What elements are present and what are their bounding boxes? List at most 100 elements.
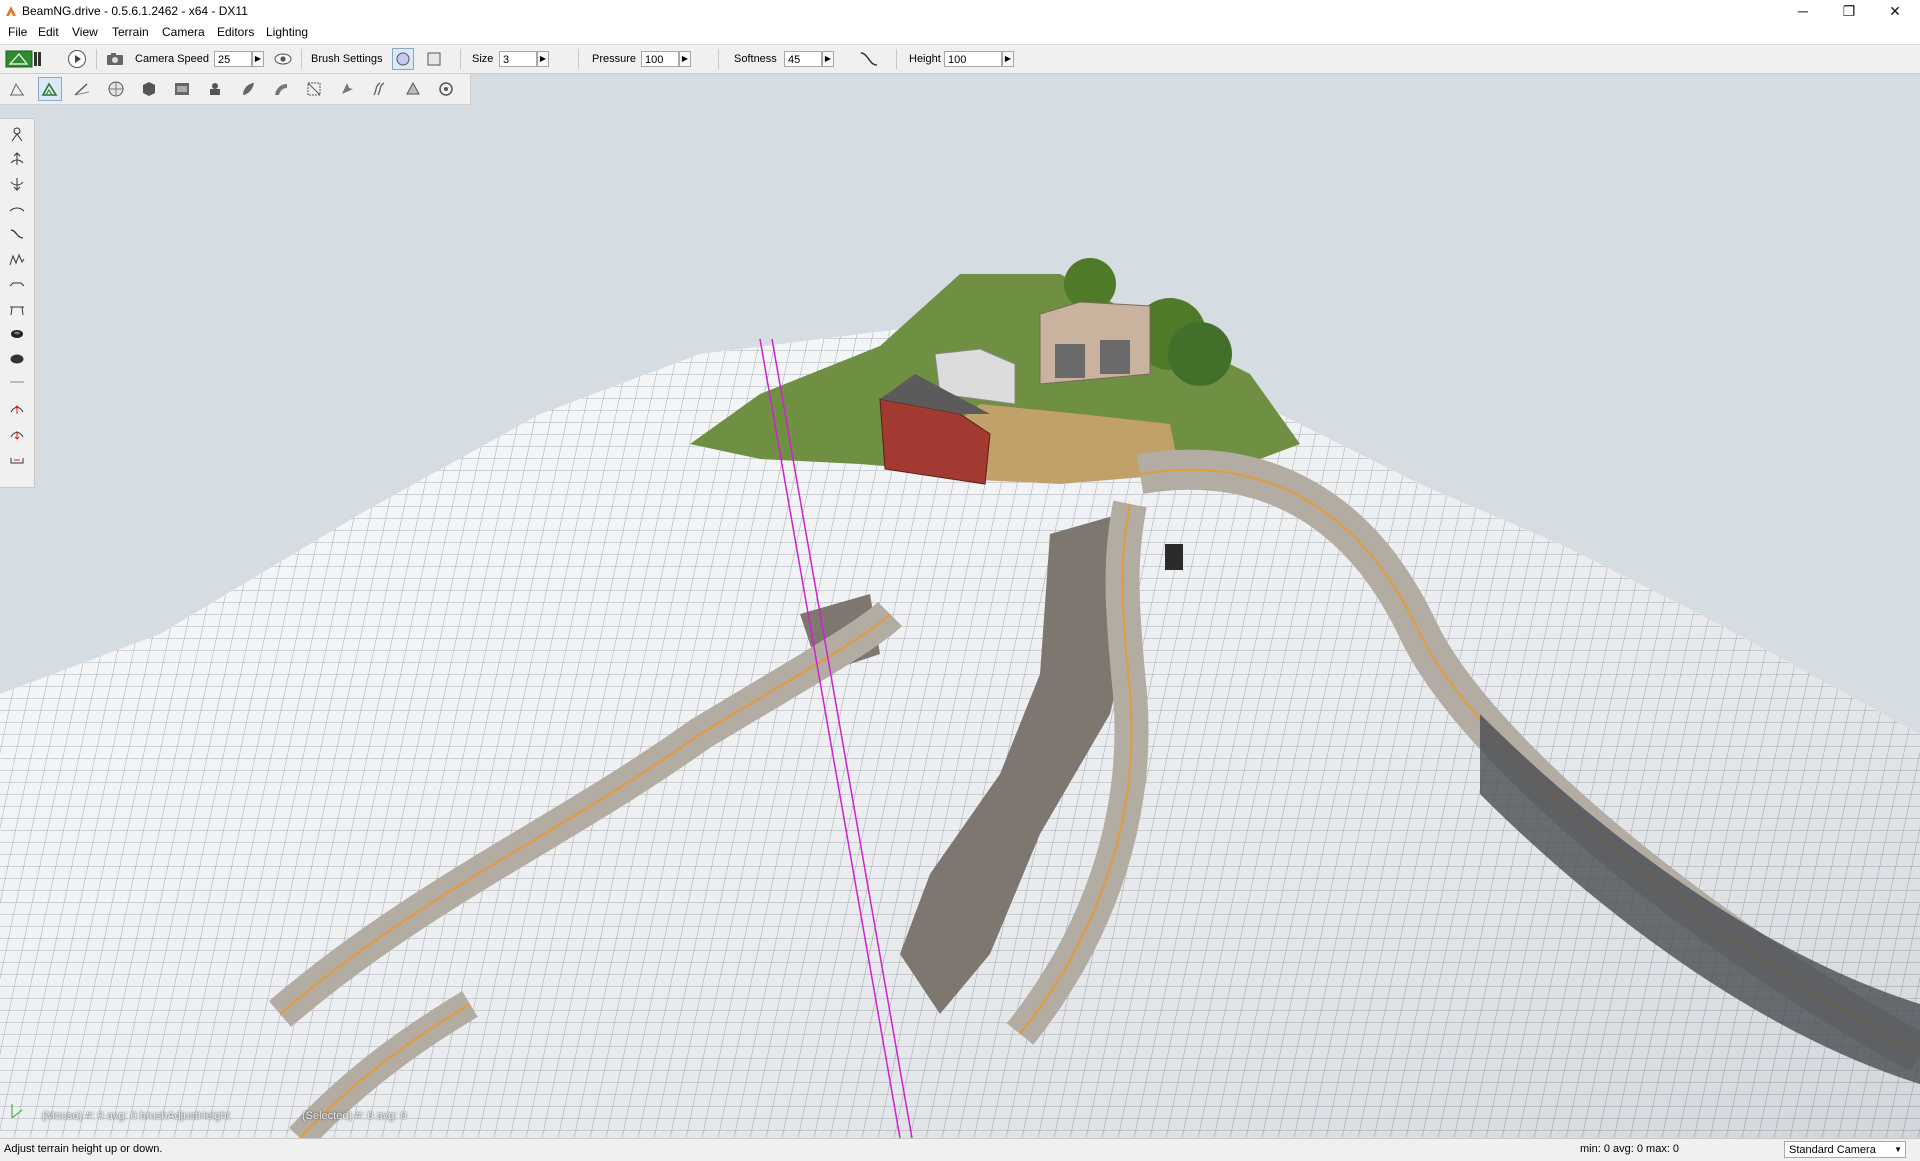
camera-speed-input[interactable]: 25 [214,51,252,67]
spawn-button[interactable] [203,77,227,101]
lower-height-icon [10,178,24,191]
softness-curve-icon [860,52,878,66]
menu-editors[interactable]: Editors [217,25,254,39]
grab-terrain-icon [11,127,23,142]
palette-restore-terrain[interactable] [5,348,29,370]
mesh-button[interactable] [302,77,326,101]
palette-smooth-slope[interactable] [5,223,29,245]
camera-speed-arrow[interactable]: ▶ [252,51,264,67]
hud-mouse-info: (Mouse) #: 0 avg: 0 brushAdjustHeight [42,1110,230,1122]
world-icon [108,81,124,97]
object-select-button[interactable] [5,77,29,101]
shape-button[interactable] [401,77,425,101]
brush-box-button[interactable] [423,48,445,70]
road-button[interactable] [269,77,293,101]
node-button[interactable] [434,77,458,101]
mission-area-icon [5,50,41,68]
window-title: BeamNG.drive - 0.5.6.1.2462 - x64 - DX11 [22,4,248,18]
camera-mode-select[interactable]: Standard Camera ▼ [1784,1141,1906,1158]
terrain-editor-button[interactable] [38,77,62,101]
palette-divider [5,377,29,387]
menu-view[interactable]: View [72,25,98,39]
shape-icon [406,81,420,95]
mesh-icon [307,82,321,96]
close-button[interactable]: ✕ [1872,0,1918,22]
datablock-icon [175,83,189,95]
river-button[interactable] [368,77,392,101]
flatten-icon [9,282,25,287]
softness-input[interactable]: 45 [784,51,822,67]
menu-lighting[interactable]: Lighting [266,25,308,39]
mission-area-button[interactable] [4,48,44,70]
menu-camera[interactable]: Camera [162,25,205,39]
play-game-button[interactable] [66,48,88,70]
restore-button[interactable]: ❐ [1826,0,1872,22]
softness-arrow[interactable]: ▶ [822,51,834,67]
palette-flatten[interactable] [5,273,29,295]
palette-clear-terrain[interactable] [5,323,29,345]
softness-label: Softness [734,53,777,65]
chevron-down-icon: ▼ [1894,1145,1902,1154]
box-brush-icon [427,52,441,66]
menu-edit[interactable]: Edit [38,25,59,39]
divider-icon [10,381,24,383]
3d-viewport[interactable] [0,74,1920,1138]
palette-paint-noise[interactable] [5,248,29,270]
camera-speed-label: Camera Speed [135,53,209,65]
height-label: Height [909,53,941,65]
palette-alpha-raise[interactable] [5,399,29,421]
datablock-button[interactable] [170,77,194,101]
pressure-arrow[interactable]: ▶ [679,51,691,67]
forest-button[interactable] [236,77,260,101]
paint-noise-icon [9,253,25,266]
terrain-tool-palette [0,118,35,488]
smooth-slope-icon [10,229,24,239]
eye-icon [274,53,292,65]
palette-smooth-height[interactable] [5,198,29,220]
set-empty-icon [10,458,24,464]
editor-toolbar [0,74,471,105]
clear-terrain-icon [11,330,23,338]
world-button[interactable] [104,77,128,101]
hud-selected-info: (Selected) #: 0 avg: 0 [302,1110,407,1122]
status-message: Adjust terrain height up or down. [4,1143,163,1155]
palette-set-empty[interactable] [5,449,29,471]
size-arrow[interactable]: ▶ [537,51,549,67]
palette-raise-height[interactable] [5,148,29,170]
height-input[interactable]: 100 [944,51,1002,67]
object-select-icon [10,82,24,96]
visibility-button[interactable] [272,48,294,70]
height-arrow[interactable]: ▶ [1002,51,1014,67]
spawn-icon [210,83,220,95]
road-icon [275,84,287,95]
forest-icon [243,83,254,95]
softness-curve-button[interactable] [858,48,880,70]
beamng-app-icon [6,6,16,16]
menu-file[interactable]: File [8,25,27,39]
menu-terrain[interactable]: Terrain [112,25,149,39]
set-height-icon [10,306,24,316]
palette-lower-height[interactable] [5,173,29,195]
brush-circle-button[interactable] [392,48,414,70]
pressure-input[interactable]: 100 [641,51,679,67]
pressure-label: Pressure [592,53,637,65]
decal-icon [342,83,353,94]
menu-bar: File Edit View Terrain Camera Editors Li… [0,22,1920,42]
palette-grab-terrain[interactable] [5,123,29,145]
raise-height-icon [10,152,24,165]
river-icon [373,82,385,96]
palette-set-height[interactable] [5,298,29,320]
alpha-lower-icon [10,431,24,440]
brush-settings-label: Brush Settings [311,53,383,65]
camera-button[interactable] [104,48,126,70]
palette-alpha-lower[interactable] [5,424,29,446]
smooth-height-icon [9,207,25,212]
decal-button[interactable] [335,77,359,101]
camera-mode-value: Standard Camera [1789,1144,1876,1156]
terrain-painter-button[interactable] [70,77,94,101]
alpha-raise-icon [10,405,24,414]
size-input[interactable]: 3 [499,51,537,67]
object-button[interactable] [137,77,161,101]
main-toolbar: Camera Speed 25 ▶ Brush Settings Size 3 … [0,44,1920,74]
minimize-button[interactable]: ─ [1780,0,1826,22]
